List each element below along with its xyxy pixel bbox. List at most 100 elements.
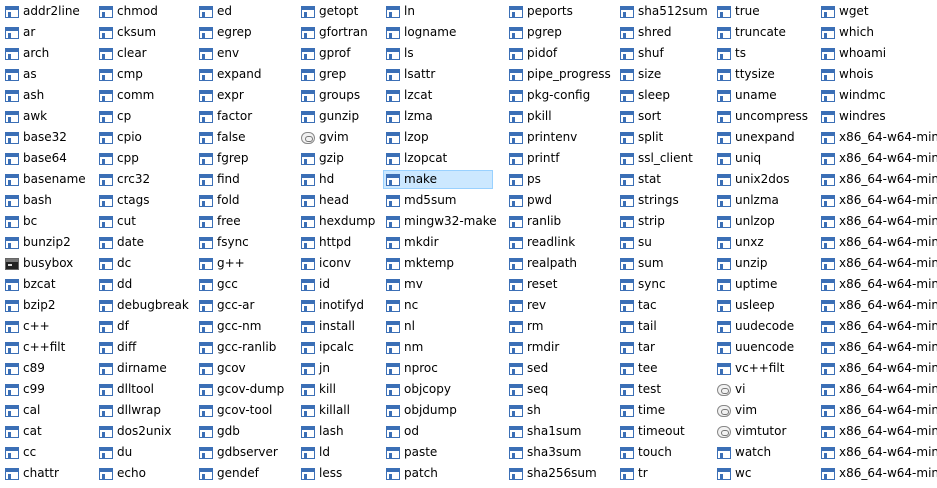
file-item[interactable]: cc [2, 443, 94, 462]
file-item[interactable]: expand [196, 65, 296, 84]
file-item[interactable]: cut [96, 212, 194, 231]
file-item[interactable]: ar [2, 23, 94, 42]
file-item[interactable]: true [714, 2, 816, 21]
file-item[interactable]: shuf [617, 44, 712, 63]
file-item[interactable]: basename [2, 170, 94, 189]
file-item[interactable]: x86_64-w64-mingw [818, 317, 937, 336]
file-item[interactable]: pkg-config [506, 86, 614, 105]
file-item[interactable]: tar [617, 338, 712, 357]
file-item[interactable]: free [196, 212, 296, 231]
file-item[interactable]: env [196, 44, 296, 63]
file-item[interactable]: hexdump [298, 212, 380, 231]
file-item[interactable]: hd [298, 170, 380, 189]
file-item[interactable]: rm [506, 317, 614, 336]
file-item[interactable]: peports [506, 2, 614, 21]
file-item[interactable]: g++ [196, 254, 296, 273]
file-item[interactable]: as [2, 65, 94, 84]
file-item[interactable]: su [617, 233, 712, 252]
file-item[interactable]: nm [383, 338, 493, 357]
file-item[interactable]: x86_64-w64-mingw [818, 212, 937, 231]
file-item[interactable]: timeout [617, 422, 712, 441]
file-item[interactable]: tr [617, 464, 712, 483]
file-item[interactable]: uptime [714, 275, 816, 294]
file-item[interactable]: dlltool [96, 380, 194, 399]
file-item[interactable]: gfortran [298, 23, 380, 42]
file-item[interactable]: debugbreak [96, 296, 194, 315]
file-item[interactable]: uname [714, 86, 816, 105]
file-item[interactable]: cmp [96, 65, 194, 84]
file-item[interactable]: gcov [196, 359, 296, 378]
file-item[interactable]: dllwrap [96, 401, 194, 420]
file-item[interactable]: lzopcat [383, 149, 493, 168]
file-item[interactable]: vimtutor [714, 422, 816, 441]
file-item[interactable]: base32 [2, 128, 94, 147]
file-item[interactable]: c++ [2, 317, 94, 336]
file-item[interactable]: uudecode [714, 317, 816, 336]
file-item[interactable]: sleep [617, 86, 712, 105]
file-item[interactable]: realpath [506, 254, 614, 273]
file-item[interactable]: lzcat [383, 86, 493, 105]
file-item[interactable]: ctags [96, 191, 194, 210]
file-item[interactable]: ranlib [506, 212, 614, 231]
file-item[interactable]: cat [2, 422, 94, 441]
file-item[interactable]: c++filt [2, 338, 94, 357]
file-item[interactable]: diff [96, 338, 194, 357]
file-item[interactable]: lsattr [383, 65, 493, 84]
file-item[interactable]: fgrep [196, 149, 296, 168]
file-item[interactable]: mv [383, 275, 493, 294]
file-item[interactable]: vi [714, 380, 816, 399]
file-item[interactable]: ash [2, 86, 94, 105]
file-item[interactable]: jn [298, 359, 380, 378]
file-item[interactable]: httpd [298, 233, 380, 252]
file-item[interactable]: gcc-ar [196, 296, 296, 315]
file-item[interactable]: nproc [383, 359, 493, 378]
file-item[interactable]: dos2unix [96, 422, 194, 441]
file-item[interactable]: gzip [298, 149, 380, 168]
file-item[interactable]: clear [96, 44, 194, 63]
file-item[interactable]: sed [506, 359, 614, 378]
file-item[interactable]: truncate [714, 23, 816, 42]
file-item[interactable]: cal [2, 401, 94, 420]
file-item[interactable]: gendef [196, 464, 296, 483]
file-item[interactable]: patch [383, 464, 493, 483]
file-item[interactable]: unxz [714, 233, 816, 252]
file-item[interactable]: wget [818, 2, 937, 21]
file-item[interactable]: groups [298, 86, 380, 105]
file-item[interactable]: sync [617, 275, 712, 294]
file-item[interactable]: awk [2, 107, 94, 126]
file-item[interactable]: killall [298, 401, 380, 420]
file-item[interactable]: kill [298, 380, 380, 399]
file-item[interactable]: echo [96, 464, 194, 483]
file-item[interactable]: ts [714, 44, 816, 63]
file-item[interactable]: x86_64-w64-mingw [818, 233, 937, 252]
file-item[interactable]: x86_64-w64-mingw [818, 149, 937, 168]
file-item[interactable]: lzma [383, 107, 493, 126]
file-item[interactable]: unzip [714, 254, 816, 273]
file-item[interactable]: touch [617, 443, 712, 462]
file-item[interactable]: sha3sum [506, 443, 614, 462]
file-item[interactable]: getopt [298, 2, 380, 21]
file-item[interactable]: fold [196, 191, 296, 210]
file-item[interactable]: ln [383, 2, 493, 21]
file-item[interactable]: sum [617, 254, 712, 273]
file-item[interactable]: usleep [714, 296, 816, 315]
file-item[interactable]: unix2dos [714, 170, 816, 189]
file-item[interactable]: x86_64-w64-mingw [818, 401, 937, 420]
file-item[interactable]: addr2line [2, 2, 94, 21]
file-item[interactable]: gcc [196, 275, 296, 294]
file-item[interactable]: ld [298, 443, 380, 462]
file-item[interactable]: time [617, 401, 712, 420]
file-item[interactable]: sha256sum [506, 464, 614, 483]
file-item[interactable]: watch [714, 443, 816, 462]
file-item[interactable]: ipcalc [298, 338, 380, 357]
file-item[interactable]: gcc-nm [196, 317, 296, 336]
file-item[interactable]: cpp [96, 149, 194, 168]
file-item[interactable]: x86_64-w64-mingw [818, 359, 937, 378]
file-item[interactable]: bzip2 [2, 296, 94, 315]
file-item[interactable]: gvim [298, 128, 380, 147]
file-item[interactable]: grep [298, 65, 380, 84]
file-item[interactable]: x86_64-w64-mingw [818, 128, 937, 147]
file-item[interactable]: od [383, 422, 493, 441]
file-item[interactable]: mkdir [383, 233, 493, 252]
file-item[interactable]: ttysize [714, 65, 816, 84]
